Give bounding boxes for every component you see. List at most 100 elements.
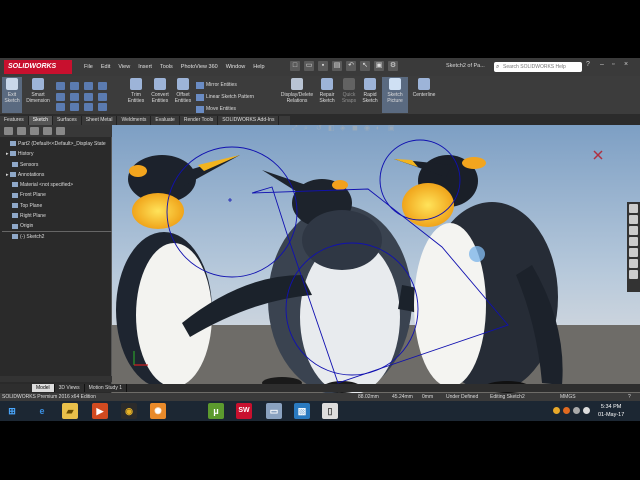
convert-entities-button[interactable]: Convert Entities <box>148 77 172 113</box>
panel-scrollbar[interactable] <box>0 376 112 382</box>
minimize-icon[interactable]: – <box>600 61 604 68</box>
tree-item-sensors[interactable]: Sensors <box>2 160 112 170</box>
line-tool-icon[interactable] <box>56 82 65 90</box>
tab-sketch[interactable]: Sketch <box>28 116 54 125</box>
tree-item-origin[interactable]: Origin <box>2 221 112 232</box>
menu-edit[interactable]: Edit <box>101 62 110 72</box>
zoom-area-icon[interactable]: ⌕ <box>304 125 312 133</box>
linear-pattern-item[interactable]: Linear Sketch Pattern <box>196 91 254 103</box>
tray-icon[interactable] <box>553 407 560 414</box>
polygon-tool-icon[interactable] <box>70 93 79 101</box>
file-explorer-icon[interactable] <box>629 226 638 235</box>
configuration-manager-tab-icon[interactable] <box>30 127 39 135</box>
rapid-sketch-button[interactable]: Rapid Sketch <box>360 77 380 113</box>
trim-entities-button[interactable]: Trim Entities <box>124 77 148 113</box>
menu-file[interactable]: File <box>84 62 93 72</box>
menu-photoview[interactable]: PhotoView 360 <box>181 62 218 72</box>
rectangle-tool-icon[interactable] <box>70 82 79 90</box>
utorrent-icon[interactable]: μ <box>208 403 224 419</box>
tab-weldments[interactable]: Weldments <box>117 116 152 125</box>
view-palette-icon[interactable] <box>629 237 638 246</box>
spline-tool-icon[interactable] <box>84 93 93 101</box>
arc-tool-icon[interactable] <box>56 93 65 101</box>
display-manager-tab-icon[interactable] <box>56 127 65 135</box>
appearances-icon[interactable] <box>629 248 638 257</box>
store-icon[interactable]: ▧ <box>294 403 310 419</box>
zoom-fit-icon[interactable]: ⤢ <box>292 125 300 133</box>
smart-dimension-button[interactable]: Smart Dimension <box>24 77 52 113</box>
graphics-area[interactable]: ⤢ ⌕ ↺ ◧ ◈ ◼ ◉ ◐ ▣ <box>112 125 640 395</box>
tab-3d-views[interactable]: 3D Views <box>55 384 85 392</box>
section-view-icon[interactable]: ◧ <box>328 125 336 133</box>
text-tool-icon[interactable] <box>70 103 79 111</box>
view-orientation-icon[interactable]: ◈ <box>340 125 348 133</box>
tree-item-top-plane[interactable]: Top Plane <box>2 201 112 211</box>
restore-icon[interactable]: ▫ <box>612 61 614 68</box>
taskbar-clock[interactable]: 5:34 PM 01-May-17 <box>598 403 624 419</box>
tree-item-history[interactable]: ▸ History <box>2 149 112 159</box>
tree-item-material[interactable]: Material <not specified> <box>2 180 112 190</box>
property-manager-tab-icon[interactable] <box>17 127 26 135</box>
close-icon[interactable]: × <box>624 61 628 68</box>
solidworks-taskbar-icon[interactable]: SW <box>236 403 252 419</box>
menu-help[interactable]: Help <box>253 62 264 72</box>
dimxpert-tab-icon[interactable] <box>43 127 52 135</box>
fillet-tool-icon[interactable] <box>56 103 65 111</box>
options-icon[interactable]: ⚙ <box>388 61 398 71</box>
solidworks-logo[interactable]: SOLIDWORKS <box>4 60 72 74</box>
tab-motion-study[interactable]: Motion Study 1 <box>85 384 128 392</box>
open-icon[interactable]: ▭ <box>304 61 314 71</box>
design-library-icon[interactable] <box>629 215 638 224</box>
tree-item-annotations[interactable]: ▸ Annotations <box>2 170 112 180</box>
volume-icon[interactable] <box>573 407 580 414</box>
centerline-button[interactable]: Centerline <box>410 77 438 113</box>
slot-tool-icon[interactable] <box>84 82 93 90</box>
search-input[interactable]: ⌕ Search SOLIDWORKS Help <box>494 62 582 72</box>
window-icon[interactable]: ▭ <box>266 403 282 419</box>
save-icon[interactable]: ▪ <box>318 61 328 71</box>
media-player-icon[interactable]: ▶ <box>92 403 108 419</box>
previous-view-icon[interactable]: ↺ <box>316 125 324 133</box>
tree-item-right-plane[interactable]: Right Plane <box>2 211 112 221</box>
point-tool-icon[interactable] <box>84 103 93 111</box>
scene-icon[interactable]: ▣ <box>388 125 396 133</box>
custom-properties-icon[interactable] <box>629 259 638 268</box>
tab-evaluate[interactable]: Evaluate <box>151 116 180 125</box>
edit-appearance-icon[interactable]: ◐ <box>376 125 384 133</box>
tab-model[interactable]: Model <box>32 384 55 392</box>
tree-item-front-plane[interactable]: Front Plane <box>2 190 112 200</box>
undo-icon[interactable]: ↶ <box>346 61 356 71</box>
move-entities-item[interactable]: Move Entities <box>196 103 254 115</box>
document-icon[interactable]: ▯ <box>322 403 338 419</box>
menu-insert[interactable]: Insert <box>138 62 152 72</box>
quick-snaps-button[interactable]: Quick Snaps <box>340 77 358 113</box>
tree-item-sketch2[interactable]: (-) Sketch2 <box>2 232 112 242</box>
exit-sketch-button[interactable]: Exit Sketch <box>2 77 22 113</box>
tab-sheet-metal[interactable]: Sheet Metal <box>82 116 118 125</box>
windows-start-icon[interactable]: ⊞ <box>4 403 20 419</box>
sketch-picture-button[interactable]: Sketch Picture <box>382 77 408 113</box>
tray-icon[interactable] <box>563 407 570 414</box>
file-explorer-icon[interactable]: ▰ <box>62 403 78 419</box>
internet-explorer-icon[interactable]: e <box>34 403 50 419</box>
tab-addins[interactable]: SOLIDWORKS Add-Ins <box>218 116 280 125</box>
network-icon[interactable] <box>583 407 590 414</box>
menu-view[interactable]: View <box>118 62 130 72</box>
app-icon[interactable]: ✺ <box>150 403 166 419</box>
select-icon[interactable]: ↖ <box>360 61 370 71</box>
tab-render-tools[interactable]: Render Tools <box>180 116 219 125</box>
print-icon[interactable]: ▤ <box>332 61 342 71</box>
offset-entities-button[interactable]: Offset Entities <box>172 77 194 113</box>
tab-surfaces[interactable]: Surfaces <box>53 116 82 125</box>
plane-tool-icon[interactable] <box>98 103 107 111</box>
rebuild-icon[interactable]: ▣ <box>374 61 384 71</box>
display-delete-relations-button[interactable]: Display/Delete Relations <box>280 77 314 113</box>
mirror-entities-item[interactable]: Mirror Entities <box>196 79 254 91</box>
ellipse-tool-icon[interactable] <box>98 93 107 101</box>
tab-features[interactable]: Features <box>0 116 29 125</box>
chrome-icon[interactable]: ◉ <box>121 403 137 419</box>
circle-tool-icon[interactable] <box>98 82 107 90</box>
menu-window[interactable]: Window <box>226 62 246 72</box>
help-icon[interactable]: ? <box>586 61 590 68</box>
resources-icon[interactable] <box>629 204 638 213</box>
